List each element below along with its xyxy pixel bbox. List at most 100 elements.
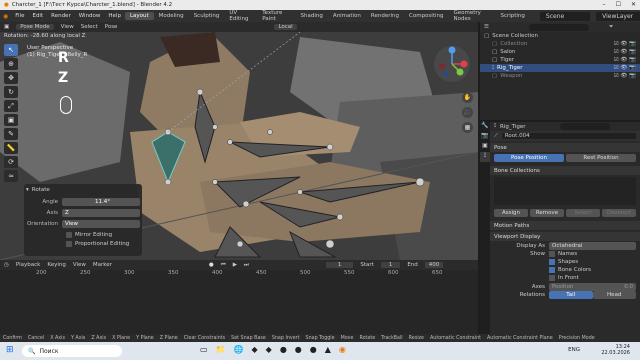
menu-file[interactable]: File	[11, 13, 28, 19]
transform-tool-icon[interactable]: ▣	[4, 114, 18, 126]
assign-button[interactable]: Assign	[494, 209, 528, 217]
workspace-tab-compositing[interactable]: Compositing	[404, 12, 448, 20]
roll-tool-icon[interactable]: ⟳	[4, 156, 18, 168]
move-tool-icon[interactable]: ✥	[4, 72, 18, 84]
editor-type-icon[interactable]: ▣	[4, 24, 9, 30]
marker-menu[interactable]: Marker	[93, 262, 112, 268]
tool-tab-icon[interactable]: 🔧	[480, 122, 490, 132]
app-icon[interactable]: ●	[280, 345, 287, 354]
properties-search[interactable]	[559, 123, 610, 130]
axis-field[interactable]: Z	[62, 208, 140, 217]
blender-menu-icon[interactable]: ◉	[3, 13, 8, 20]
keying-menu[interactable]: Keying	[47, 262, 65, 268]
object-tab-icon[interactable]: ▣	[480, 142, 490, 152]
workspace-tab-rendering[interactable]: Rendering	[366, 12, 404, 20]
workspace-tab-animation[interactable]: Animation	[328, 12, 366, 20]
jump-start-icon[interactable]: ⏮	[221, 262, 226, 269]
outliner-item-salon[interactable]: ▢ Salon ☑ 👁 📷	[480, 48, 640, 56]
minimize-button[interactable]: –	[603, 1, 606, 8]
relations-tail-button[interactable]: Tail	[549, 291, 593, 299]
app-icon[interactable]: ●	[295, 345, 302, 354]
app-icon[interactable]: ◆	[266, 345, 272, 354]
menu-select[interactable]: Select	[81, 24, 98, 30]
app-icon[interactable]: ◆	[252, 345, 258, 354]
workspace-tab-layout[interactable]: Layout	[124, 12, 154, 20]
measure-tool-icon[interactable]: 📏	[4, 142, 18, 154]
visibility-toggles[interactable]: ☑ 👁 📷	[614, 73, 636, 79]
visibility-toggles[interactable]: ☑ 👁 📷	[614, 49, 636, 55]
render-tab-icon[interactable]: 📷	[480, 132, 490, 142]
orientation-selector[interactable]: Local	[274, 24, 297, 30]
visibility-toggles[interactable]: ☑ 👁 📷	[614, 57, 636, 63]
menu-window[interactable]: Window	[75, 13, 105, 19]
outliner-item-rig-tiger[interactable]: ⟟ Rig_Tiger ☑ 👁 📷	[480, 64, 640, 72]
axes-position-field[interactable]: Position 0.0	[549, 282, 636, 291]
windows-start-icon[interactable]: ⊞	[6, 345, 14, 355]
workspace-tab-sculpting[interactable]: Sculpting	[189, 12, 225, 20]
collapse-arrow-icon[interactable]: ▾	[26, 187, 29, 193]
outliner-item-tiger[interactable]: ▢ Tiger ☑ 👁 📷	[480, 56, 640, 64]
outliner-search-field[interactable]	[528, 23, 589, 31]
annotate-tool-icon[interactable]: ✎	[4, 128, 18, 140]
menu-help[interactable]: Help	[104, 13, 125, 19]
close-button[interactable]: ✕	[631, 1, 636, 8]
menu-render[interactable]: Render	[47, 13, 75, 19]
viewlayer-selector[interactable]: ViewLayer	[596, 11, 640, 21]
remove-button[interactable]: Remove	[530, 209, 564, 217]
display-as-select[interactable]: Octahedral	[549, 241, 636, 250]
names-checkbox[interactable]	[549, 251, 555, 257]
filter-icon[interactable]: ⏷	[609, 24, 613, 31]
shapes-checkbox[interactable]	[549, 259, 555, 265]
orientation-field[interactable]: View	[62, 219, 140, 228]
select-button[interactable]: Select	[566, 209, 600, 217]
current-frame-field[interactable]: 1	[325, 262, 354, 268]
workspace-tab-modeling[interactable]: Modeling	[154, 12, 189, 20]
in-front-checkbox[interactable]	[549, 275, 555, 281]
deselect-button[interactable]: Deselect	[602, 209, 636, 217]
menu-edit[interactable]: Edit	[28, 13, 47, 19]
motion-paths-header[interactable]: Motion Paths	[490, 221, 640, 230]
mirror-editing-checkbox[interactable]	[66, 231, 72, 238]
grid-toggle-icon[interactable]: ▦	[462, 122, 473, 133]
outliner-scene-collection[interactable]: ▢ Scene Collection	[480, 32, 640, 40]
rotate-tool-icon[interactable]: ↻	[4, 86, 18, 98]
workspace-tab-geometry-nodes[interactable]: Geometry Nodes	[448, 9, 495, 23]
app-icon[interactable]: ●	[310, 345, 317, 354]
bone-collections-header[interactable]: Bone Collections	[490, 166, 640, 175]
select-tool-icon[interactable]: ↖	[4, 44, 18, 56]
app-icon[interactable]: ▲	[325, 345, 331, 354]
workspace-tab-shading[interactable]: Shading	[296, 12, 328, 20]
relax-tool-icon[interactable]: ≈	[4, 170, 18, 182]
play-icon[interactable]: ▶	[233, 262, 237, 268]
proportional-editing-checkbox[interactable]	[66, 240, 72, 247]
menu-view[interactable]: View	[61, 24, 74, 30]
workspace-tab-texture-paint[interactable]: Texture Paint	[257, 9, 295, 23]
timeline-area[interactable]: 200 250 300 350 400 450 500 550 600 650	[0, 270, 478, 334]
angle-field[interactable]: 11.4°	[62, 197, 140, 206]
bone-name-field[interactable]: Root.004	[501, 133, 636, 139]
record-button[interactable]: ●	[209, 262, 214, 268]
outliner-editor-icon[interactable]: ☰	[484, 24, 489, 30]
pose-position-button[interactable]: Pose Position	[494, 154, 564, 162]
scene-selector[interactable]: Scene	[539, 11, 591, 21]
task-view-icon[interactable]: ▭	[200, 345, 208, 354]
explorer-icon[interactable]: 📁	[216, 345, 226, 354]
rest-position-button[interactable]: Rest Position	[566, 154, 636, 162]
bone-tab-icon[interactable]: ⟟	[480, 152, 490, 162]
relations-head-button[interactable]: Head	[592, 291, 636, 299]
pose-section-header[interactable]: Pose	[490, 143, 640, 152]
camera-icon[interactable]: 🎥	[462, 107, 473, 118]
menu-pose[interactable]: Pose	[105, 24, 118, 30]
maximize-button[interactable]: ☐	[616, 1, 621, 8]
viewport-display-header[interactable]: Viewport Display	[490, 232, 640, 241]
mode-selector[interactable]: Pose Mode	[16, 24, 54, 30]
end-frame-field[interactable]: 400	[424, 262, 444, 268]
workspace-tab-scripting[interactable]: Scripting	[495, 12, 529, 20]
taskbar-search[interactable]: 🔍 Поиск	[22, 345, 122, 357]
visibility-toggles[interactable]: ☑ 👁 📷	[614, 65, 636, 71]
blender-taskbar-icon[interactable]: ◉	[339, 345, 346, 354]
bone-collections-list[interactable]	[494, 177, 636, 205]
scale-tool-icon[interactable]: ⤢	[4, 100, 18, 112]
jump-end-icon[interactable]: ⏭	[244, 262, 249, 269]
navigation-gizmo[interactable]	[432, 44, 472, 84]
